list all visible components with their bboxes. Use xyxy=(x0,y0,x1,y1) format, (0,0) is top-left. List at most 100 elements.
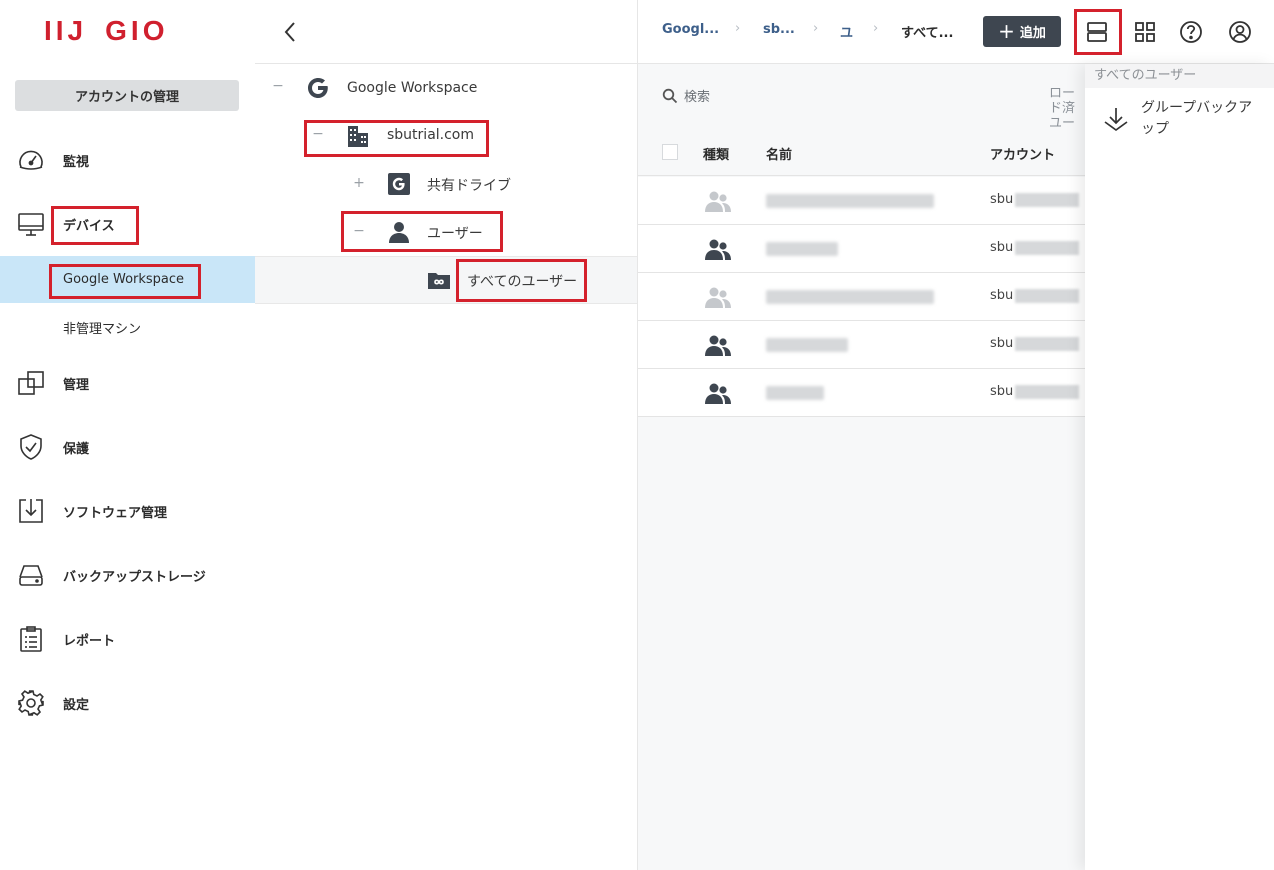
sidebar-item-devices[interactable]: デバイス xyxy=(0,200,255,248)
masked-account xyxy=(1015,240,1080,255)
view-dropdown-menu: すべてのユーザー グループバックアップ xyxy=(1085,64,1274,870)
masked-account xyxy=(1015,336,1080,351)
masked-name xyxy=(766,386,824,400)
account-prefix: sbu xyxy=(990,192,1014,207)
tree-node-label: ユーザー xyxy=(427,226,483,242)
tree-node-all-users[interactable]: すべてのユーザー xyxy=(255,256,637,304)
tree-toggle[interactable]: − xyxy=(311,126,325,142)
list-view-icon[interactable] xyxy=(1079,14,1115,50)
monitor-icon xyxy=(16,209,46,239)
sidebar-item-label: レポート xyxy=(63,633,116,649)
user-group-icon xyxy=(705,383,731,404)
select-all-checkbox[interactable] xyxy=(662,144,678,160)
breadcrumb-separator-icon: › xyxy=(813,21,819,36)
account-prefix: sbu xyxy=(990,336,1014,351)
back-chevron-icon[interactable] xyxy=(279,20,301,44)
search-placeholder: 検索 xyxy=(684,90,711,105)
tree-node-shared-drives[interactable]: + 共有ドライブ xyxy=(255,160,637,208)
account-prefix: sbu xyxy=(990,384,1014,399)
account-prefix: sbu xyxy=(990,288,1014,303)
account-cell: sbu xyxy=(990,192,1080,207)
sidebar-item-management[interactable]: 管理 xyxy=(0,359,255,407)
masked-name xyxy=(766,194,934,208)
table-row[interactable]: sbu xyxy=(638,273,1085,321)
column-header-account[interactable]: アカウント xyxy=(990,144,1055,163)
breadcrumb-current: すべて... xyxy=(901,26,954,41)
sidebar-item-label: バックアップストレージ xyxy=(63,569,206,585)
building-icon xyxy=(344,122,372,150)
add-button-label: 追加 xyxy=(1019,26,1046,41)
help-icon[interactable] xyxy=(1173,14,1209,50)
sidebar-sub-item-label: 非管理マシン xyxy=(63,322,142,337)
iij-gio-logo[interactable]: IIJ GIO xyxy=(44,15,168,46)
search-icon xyxy=(662,88,678,103)
sidebar-sub-item-label: Google Workspace xyxy=(63,272,185,287)
download-box-icon xyxy=(16,496,46,526)
tree-node-label: すべてのユーザー xyxy=(467,274,578,290)
tree-header xyxy=(255,0,638,64)
breadcrumb-separator-icon: › xyxy=(735,21,741,36)
user-group-icon xyxy=(705,335,731,356)
user-group-inactive-icon xyxy=(705,287,731,308)
sidebar-item-software-management[interactable]: ソフトウェア管理 xyxy=(0,487,255,535)
sidebar-item-protection[interactable]: 保護 xyxy=(0,423,255,471)
table-header: 種類 名前 アカウント xyxy=(638,128,1085,176)
tree-node-label: 共有ドライブ xyxy=(427,178,511,194)
search-field[interactable]: 検索 xyxy=(662,86,710,105)
masked-account xyxy=(1015,192,1080,207)
sidebar-sub-item-unmanaged-machines[interactable]: 非管理マシン xyxy=(0,304,255,351)
account-icon[interactable] xyxy=(1222,14,1258,50)
tree-toggle[interactable]: + xyxy=(352,175,366,191)
sidebar-item-label: デバイス xyxy=(63,218,115,234)
table-row[interactable]: sbu xyxy=(638,225,1085,273)
sidebar-item-reports[interactable]: レポート xyxy=(0,615,255,663)
google-g-icon xyxy=(304,74,332,102)
tree-node-google-workspace[interactable]: − Google Workspace xyxy=(255,64,637,112)
tree-toggle[interactable]: − xyxy=(271,78,285,94)
group-backup-menu-item[interactable]: グループバックアップ xyxy=(1085,94,1274,146)
breadcrumb-item[interactable]: sb... xyxy=(763,22,795,37)
copy-icon xyxy=(16,368,46,398)
tree-toggle[interactable]: − xyxy=(352,223,366,239)
user-group-icon xyxy=(705,239,731,260)
masked-name xyxy=(766,290,934,304)
infinity-folder-icon xyxy=(425,266,453,294)
shared-drive-icon xyxy=(385,170,413,198)
plus-icon: + xyxy=(998,18,1015,43)
add-button[interactable]: + 追加 xyxy=(983,16,1061,47)
account-prefix: sbu xyxy=(990,240,1014,255)
dropdown-header: すべてのユーザー xyxy=(1085,64,1274,88)
account-cell: sbu xyxy=(990,288,1080,303)
user-icon xyxy=(385,218,413,246)
breadcrumb-separator-icon: › xyxy=(873,21,879,36)
sidebar-item-label: ソフトウェア管理 xyxy=(63,505,168,521)
tree-node-users[interactable]: − ユーザー xyxy=(255,208,637,256)
sidebar-item-label: 管理 xyxy=(63,377,90,393)
breadcrumb-item[interactable]: ユ xyxy=(840,22,853,41)
sidebar-item-label: 設定 xyxy=(63,697,90,713)
gear-icon xyxy=(16,688,46,718)
table-row[interactable]: sbu xyxy=(638,369,1085,417)
table-row[interactable]: sbu xyxy=(638,177,1085,225)
tree-node-domain[interactable]: − sbutrial.com xyxy=(255,112,637,160)
table-row[interactable]: sbu xyxy=(638,321,1085,369)
user-group-inactive-icon xyxy=(705,191,731,212)
account-cell: sbu xyxy=(990,384,1080,399)
masked-name xyxy=(766,338,848,352)
masked-account xyxy=(1015,384,1080,399)
logo-part-1: IIJ xyxy=(44,15,88,46)
column-header-name[interactable]: 名前 xyxy=(766,144,792,163)
gauge-icon xyxy=(16,145,46,175)
column-header-type[interactable]: 種類 xyxy=(703,144,729,163)
sidebar-item-backup-storage[interactable]: バックアップストレージ xyxy=(0,551,255,599)
breadcrumb-item[interactable]: Googl... xyxy=(662,22,719,37)
grid-view-icon[interactable] xyxy=(1127,14,1163,50)
sidebar-sub-item-google-workspace[interactable]: Google Workspace xyxy=(0,256,255,303)
sidebar-item-monitoring[interactable]: 監視 xyxy=(0,136,255,184)
truncated-column-label: ロード済ユーザ xyxy=(1049,86,1076,128)
sidebar: IIJ GIO アカウントの管理 監視 デバイス Google Workspac… xyxy=(0,0,255,870)
sidebar-item-settings[interactable]: 設定 xyxy=(0,679,255,727)
sidebar-item-label: 保護 xyxy=(63,441,90,457)
tree-panel: − Google Workspace − sbutrial.com + 共有ドラ… xyxy=(255,0,638,870)
account-management-button[interactable]: アカウントの管理 xyxy=(15,80,239,111)
